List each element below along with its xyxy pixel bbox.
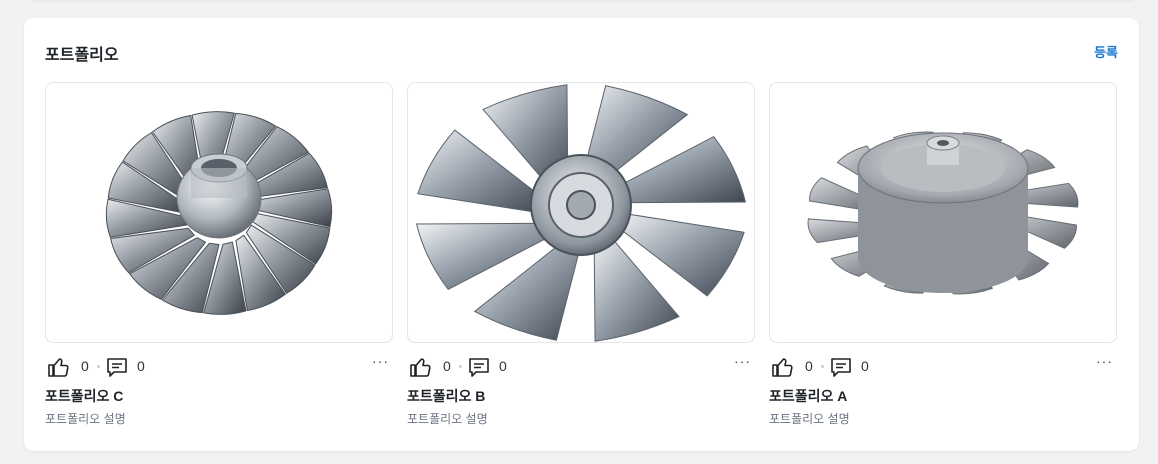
card-meta: 0 0 ···: [45, 343, 393, 387]
portfolio-section: 포트폴리오 등록 0 0 ··· 포트폴리오 C 포트폴리오 설명 0 0 ··…: [24, 18, 1139, 451]
card-description: 포트폴리오 설명: [407, 412, 488, 426]
register-button[interactable]: 등록: [1094, 42, 1118, 61]
section-title: 포트폴리오: [45, 47, 119, 64]
card-title[interactable]: 포트폴리오 C: [45, 387, 393, 411]
portfolio-card[interactable]: 0 0 ··· 포트폴리오 B 포트폴리오 설명: [407, 82, 755, 427]
card-meta: 0 0 ···: [769, 343, 1117, 387]
more-icon[interactable]: ···: [734, 353, 751, 369]
comment-count: 0: [861, 358, 869, 374]
impeller-image: [807, 131, 1079, 294]
portfolio-image[interactable]: [45, 82, 393, 343]
comment-count: 0: [137, 358, 145, 374]
separator-dot: [821, 365, 824, 368]
comment-count: 0: [499, 358, 507, 374]
impeller-image: [105, 110, 333, 315]
portfolio-image[interactable]: [407, 82, 755, 343]
card-title[interactable]: 포트폴리오 B: [407, 387, 755, 411]
thumbs-up-icon[interactable]: [409, 355, 433, 379]
comment-icon[interactable]: [467, 355, 491, 379]
portfolio-card[interactable]: 0 0 ··· 포트폴리오 C 포트폴리오 설명: [45, 82, 393, 427]
like-count: 0: [81, 358, 89, 374]
thumbs-up-icon[interactable]: [771, 355, 795, 379]
card-title[interactable]: 포트폴리오 A: [769, 387, 1117, 411]
card-description: 포트폴리오 설명: [769, 412, 850, 426]
card-meta: 0 0 ···: [407, 343, 755, 387]
portfolio-image[interactable]: [769, 82, 1117, 343]
like-count: 0: [805, 358, 813, 374]
thumbs-up-icon[interactable]: [47, 355, 71, 379]
more-icon[interactable]: ···: [372, 353, 389, 369]
like-count: 0: [443, 358, 451, 374]
comment-icon[interactable]: [105, 355, 129, 379]
comment-icon[interactable]: [829, 355, 853, 379]
fan-image: [415, 84, 747, 342]
separator-dot: [97, 365, 100, 368]
separator-dot: [459, 365, 462, 368]
more-icon[interactable]: ···: [1096, 353, 1113, 369]
card-description: 포트폴리오 설명: [45, 412, 126, 426]
portfolio-card[interactable]: 0 0 ··· 포트폴리오 A 포트폴리오 설명: [769, 82, 1117, 427]
